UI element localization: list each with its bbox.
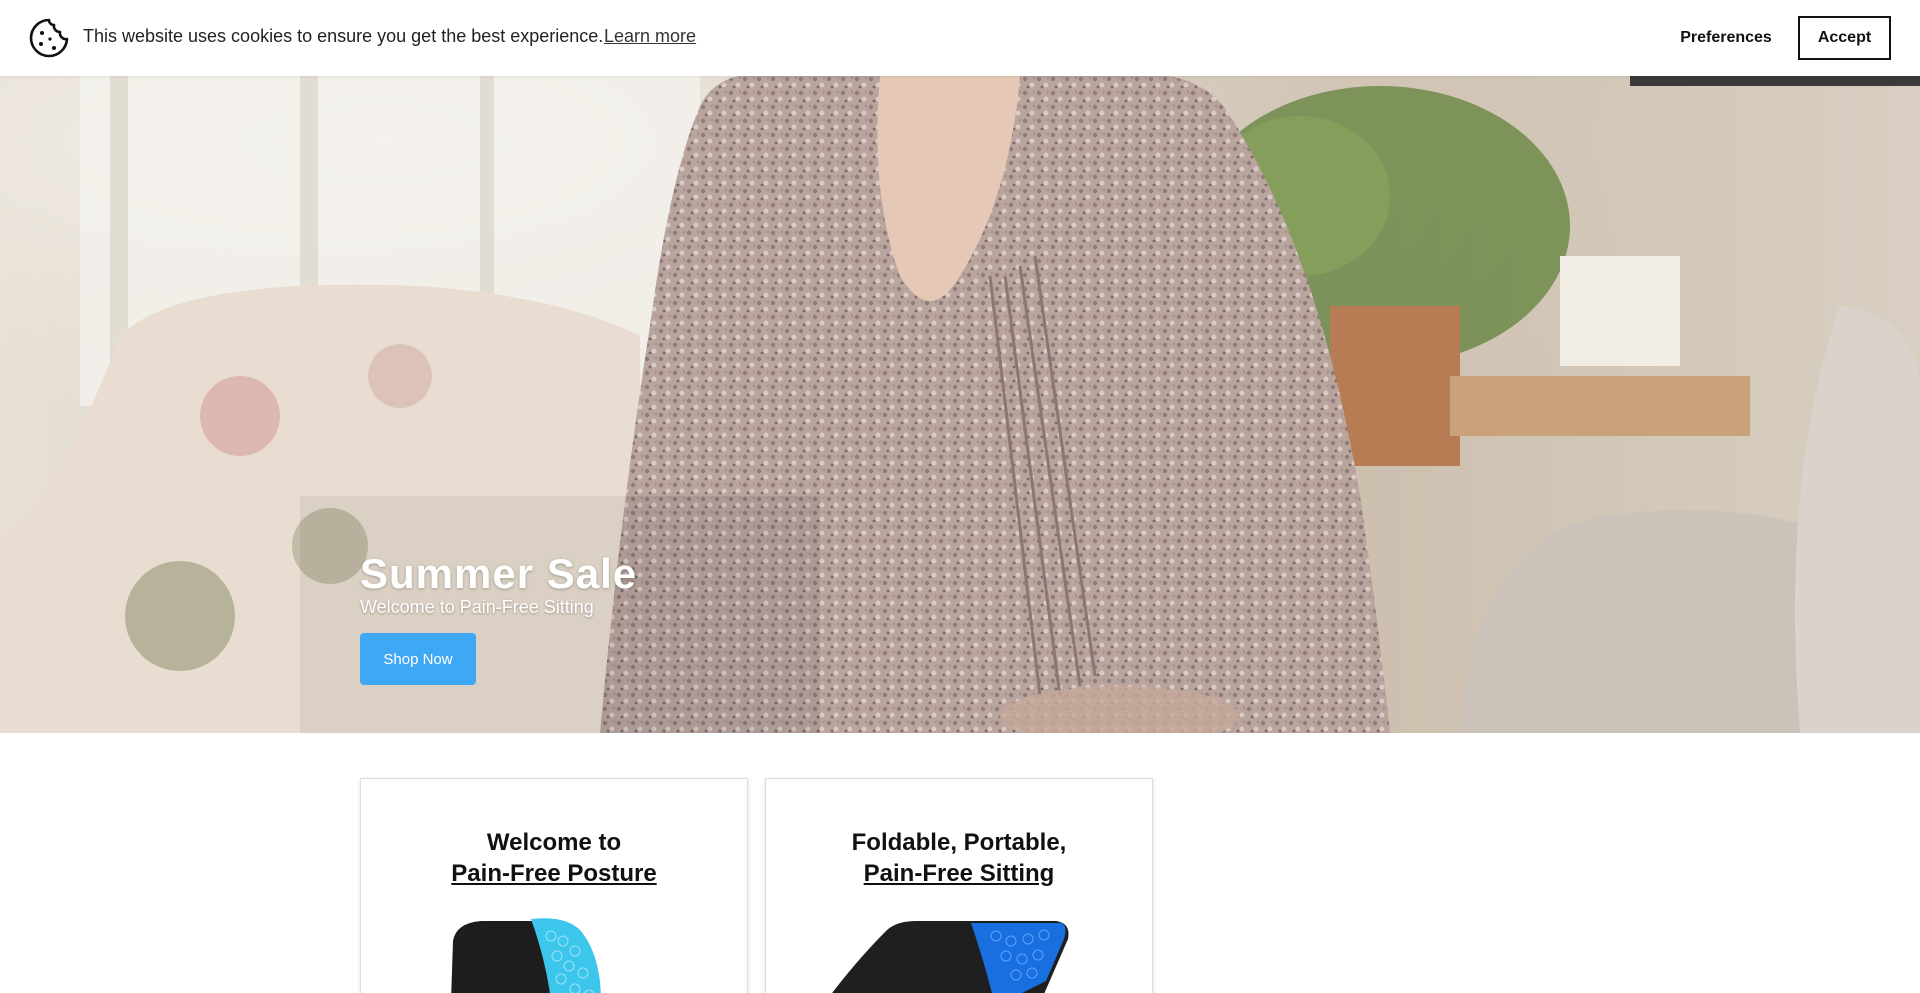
card-heading: Welcome to xyxy=(486,829,622,856)
hero-subtitle: Welcome to Pain-Free Sitting xyxy=(360,597,594,617)
shop-now-button[interactable]: Shop Now xyxy=(360,633,476,685)
hero-title: Summer Sale xyxy=(360,550,638,597)
cookie-banner: This website uses cookies to ensure you … xyxy=(0,0,1920,76)
card-heading: Foldable, Portable, xyxy=(851,829,1067,856)
cookie-message: This website uses cookies to ensure you … xyxy=(83,26,604,46)
gel-back-cushion-image xyxy=(451,918,601,993)
product-card[interactable]: Welcome to Pain-Free Posture xyxy=(360,778,748,993)
hero-background-image xyxy=(0,76,1920,733)
preferences-button[interactable]: Preferences xyxy=(1660,16,1792,60)
card-heading-underlined: Pain-Free Sitting xyxy=(863,860,1055,887)
product-card[interactable]: Foldable, Portable, Pain-Free Sitting xyxy=(765,778,1153,993)
accept-button[interactable]: Accept xyxy=(1798,16,1891,60)
card-heading-underlined: Pain-Free Posture xyxy=(451,860,657,887)
gel-seat-cushion-image xyxy=(832,921,1069,993)
hero-banner: Summer Sale Welcome to Pain-Free Sitting… xyxy=(0,76,1920,733)
learn-more-link[interactable]: Learn more xyxy=(604,26,696,47)
cookie-icon xyxy=(29,18,69,58)
